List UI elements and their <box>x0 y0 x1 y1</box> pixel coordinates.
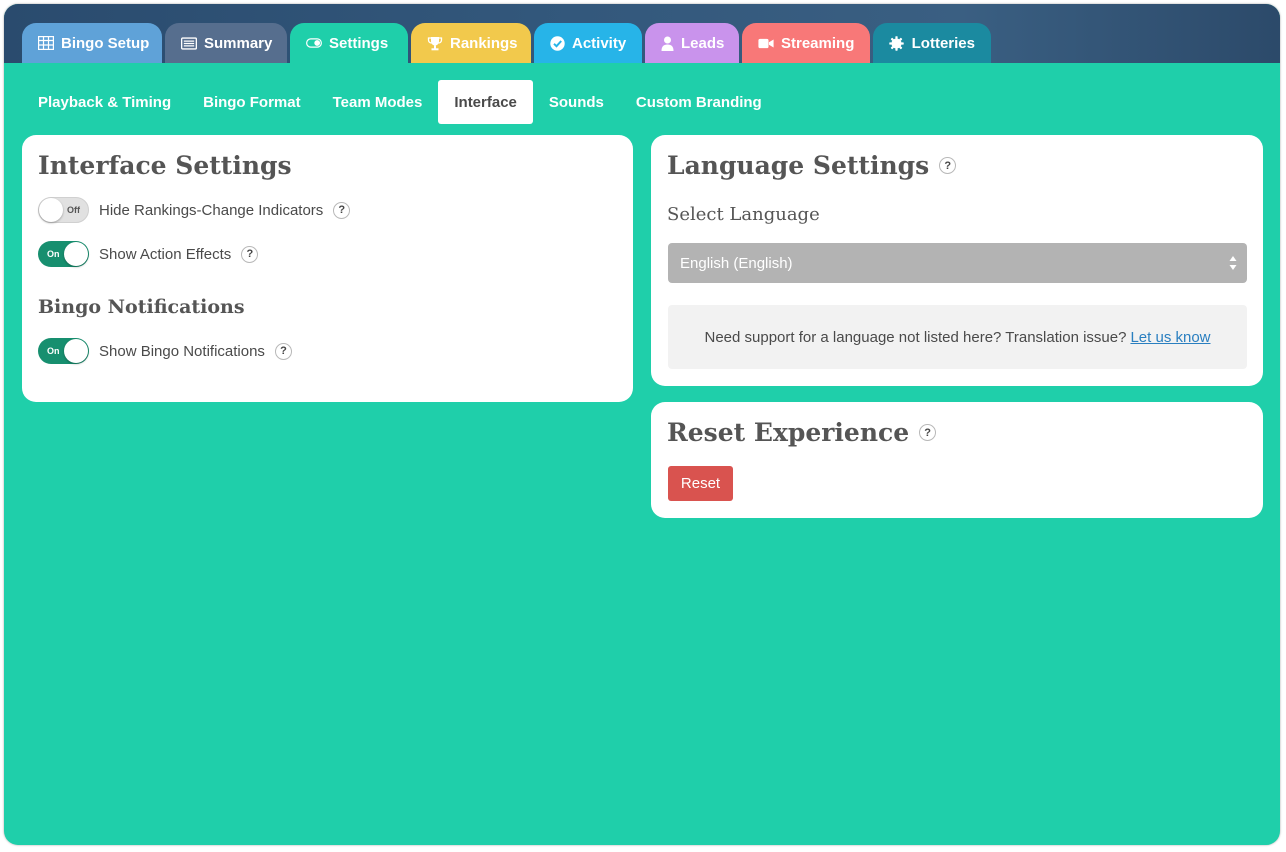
language-settings-title: Language Settings <box>667 151 930 180</box>
subtab-custom-branding[interactable]: Custom Branding <box>620 80 778 124</box>
reset-button[interactable]: Reset <box>668 466 733 501</box>
toggle-row-bingo-notifications: On Show Bingo Notifications ? <box>38 337 617 365</box>
tab-label: Rankings <box>450 34 518 52</box>
language-support-text: Need support for a language not listed h… <box>704 328 1127 346</box>
subtab-bingo-format[interactable]: Bingo Format <box>187 80 317 124</box>
tab-lotteries[interactable]: Lotteries <box>873 23 991 63</box>
main-tabs: Bingo Setup Summary Settings Rankings Ac… <box>22 23 991 63</box>
action-effects-toggle[interactable]: On <box>38 241 89 267</box>
subtab-sounds[interactable]: Sounds <box>533 80 620 124</box>
check-circle-icon <box>550 35 565 51</box>
bingo-notifications-toggle[interactable]: On <box>38 338 89 364</box>
toggle-row-hide-rankings: Off Hide Rankings-Change Indicators ? <box>38 196 617 224</box>
tab-rankings[interactable]: Rankings <box>411 23 531 63</box>
help-icon[interactable]: ? <box>333 201 351 219</box>
tab-label: Activity <box>572 34 627 52</box>
tab-bingo-setup[interactable]: Bingo Setup <box>22 23 162 63</box>
tab-summary[interactable]: Summary <box>165 23 287 63</box>
tab-label: Leads <box>681 34 725 52</box>
settings-subnav: Playback & Timing Bingo Format Team Mode… <box>22 80 778 124</box>
toggle-state: On <box>47 249 60 259</box>
interface-settings-title: Interface Settings <box>38 151 292 180</box>
reset-experience-card: Reset Experience ? Reset <box>651 402 1263 518</box>
tab-activity[interactable]: Activity <box>534 23 642 63</box>
tab-label: Streaming <box>781 34 855 52</box>
toggle-knob <box>39 198 63 222</box>
list-icon <box>181 35 197 51</box>
reset-experience-title: Reset Experience <box>667 418 910 447</box>
subtab-interface[interactable]: Interface <box>438 80 533 124</box>
hide-rankings-toggle[interactable]: Off <box>38 197 89 223</box>
subtab-playback-timing[interactable]: Playback & Timing <box>22 80 187 124</box>
interface-settings-card: Interface Settings Off Hide Rankings-Cha… <box>22 135 633 402</box>
tab-label: Settings <box>329 34 389 52</box>
app-window: Bingo Setup Summary Settings Rankings Ac… <box>4 4 1280 845</box>
help-icon[interactable]: ? <box>939 157 957 174</box>
user-icon <box>661 35 674 51</box>
tab-label: Summary <box>204 34 273 52</box>
select-arrows-icon <box>1229 255 1237 275</box>
select-language-label: Select Language <box>667 204 820 225</box>
subtab-team-modes[interactable]: Team Modes <box>317 80 439 124</box>
toggle-knob <box>64 242 88 266</box>
help-icon[interactable]: ? <box>274 342 292 360</box>
language-settings-heading: Language Settings ? <box>667 151 1247 180</box>
tab-settings[interactable]: Settings <box>290 23 408 63</box>
tab-leads[interactable]: Leads <box>645 23 739 63</box>
language-select[interactable]: English (English) <box>668 243 1247 283</box>
language-support-note: Need support for a language not listed h… <box>668 305 1247 369</box>
hide-rankings-label: Hide Rankings-Change Indicators <box>99 201 324 219</box>
tab-label: Bingo Setup <box>61 34 150 52</box>
action-effects-label: Show Action Effects <box>99 245 232 263</box>
language-select-value: English (English) <box>680 254 793 272</box>
top-bar: Bingo Setup Summary Settings Rankings Ac… <box>4 4 1280 63</box>
video-icon <box>758 35 774 51</box>
help-icon[interactable]: ? <box>241 245 259 263</box>
toggle-state: Off <box>67 205 80 215</box>
toggle-state: On <box>47 346 60 356</box>
help-icon[interactable]: ? <box>919 424 937 441</box>
tab-streaming[interactable]: Streaming <box>742 23 870 63</box>
toggle-knob <box>64 339 88 363</box>
toggle-icon <box>306 35 322 51</box>
bingo-notifications-label: Show Bingo Notifications <box>99 342 265 360</box>
let-us-know-link[interactable]: Let us know <box>1130 329 1210 346</box>
gear-icon <box>889 35 905 51</box>
table-icon <box>38 35 54 51</box>
bingo-notifications-title: Bingo Notifications <box>38 296 245 318</box>
reset-experience-heading: Reset Experience ? <box>667 418 1247 447</box>
tab-label: Lotteries <box>911 34 975 52</box>
trophy-icon <box>427 35 443 51</box>
language-settings-card: Language Settings ? Select Language Engl… <box>651 135 1263 386</box>
toggle-row-action-effects: On Show Action Effects ? <box>38 240 617 268</box>
